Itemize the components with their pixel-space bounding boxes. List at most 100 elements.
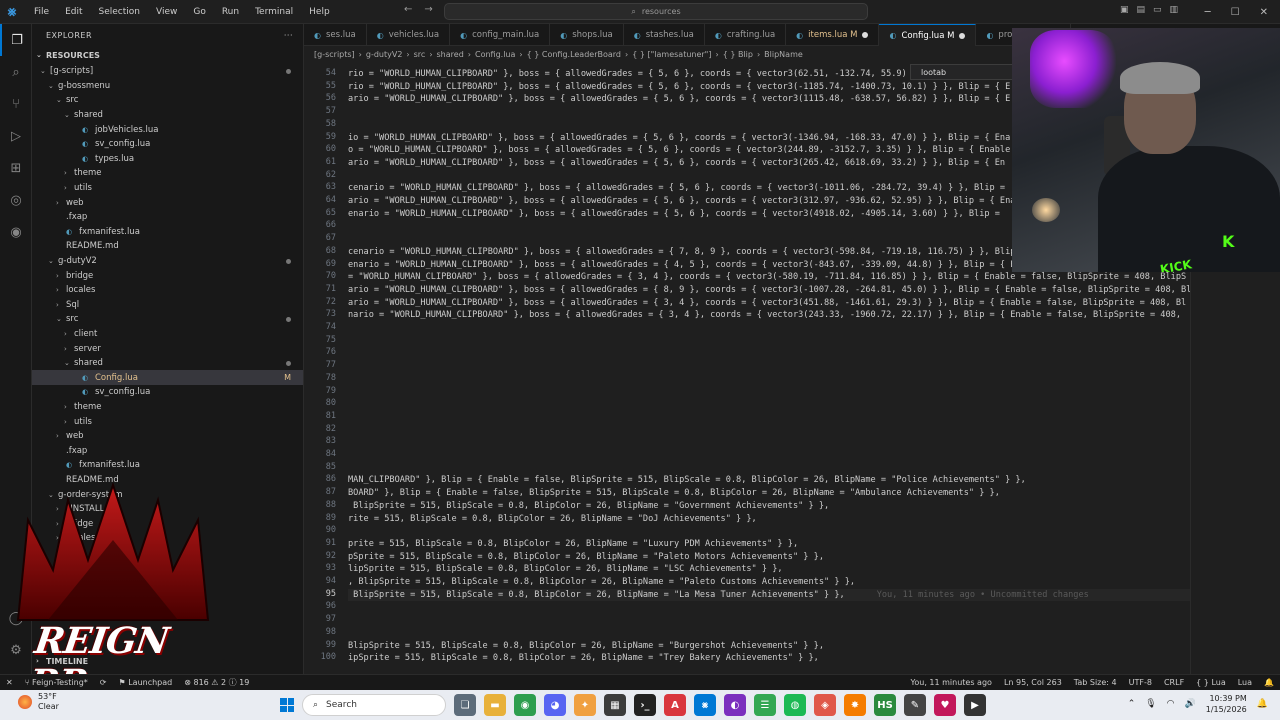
menu-view[interactable]: View [148,0,185,24]
code-line[interactable]: o = "WORLD_HUMAN_CLIPBOARD" }, boss = { … [348,144,1010,157]
folder-item[interactable]: › theme [32,400,303,415]
folder-item[interactable]: › Sql [32,298,303,313]
editor-tab[interactable]: ◐ ses.lua [304,24,367,46]
folder-item[interactable]: › locales [32,283,303,298]
folder-item[interactable]: › theme [32,166,303,181]
microphone-icon[interactable]: 🎙 [1145,699,1156,709]
editor-tab[interactable]: ◐ config_main.lua [450,24,551,46]
extensions-icon[interactable]: ⊞ [0,152,32,184]
code-line[interactable]: BlipSprite = 515, BlipScale = 0.8, BlipC… [348,500,829,513]
code-line[interactable]: rio = "WORLD_HUMAN_CLIPBOARD" }, boss = … [348,81,1010,94]
discord-icon[interactable]: ◕ [544,694,566,716]
breadcrumb-item[interactable]: shared [437,50,464,59]
folder-item[interactable]: › _INSTALL [32,502,303,517]
code-line[interactable]: io = "WORLD_HUMAN_CLIPBOARD" }, boss = {… [348,132,1010,145]
code-line[interactable]: , BlipSprite = 515, BlipScale = 0.8, Bli… [348,576,855,589]
file-explorer-icon[interactable]: ▬ [484,694,506,716]
more-actions-icon[interactable]: ··· [284,31,293,40]
folder-item[interactable]: README.md [32,473,303,488]
github-icon[interactable]: ◉ [0,216,32,248]
app-icon[interactable]: ▦ [604,694,626,716]
notifications-bell-icon[interactable]: 🔔 [1258,678,1280,687]
obs-icon[interactable]: ◐ [724,694,746,716]
find-input[interactable]: lootab [921,68,946,77]
file-item[interactable]: ◐ jobVehicles.lua [32,122,303,137]
code-line[interactable]: ario = "WORLD_HUMAN_CLIPBOARD" }, boss =… [348,157,1005,170]
code-line[interactable]: ario = "WORLD_HUMAN_CLIPBOARD" }, boss =… [348,297,1186,310]
close-icon[interactable]: ✕ [1260,7,1268,18]
source-control-icon[interactable]: ⑂ [0,88,32,120]
app-icon[interactable]: ✸ [844,694,866,716]
folder-item[interactable]: README.md [32,239,303,254]
breadcrumb-item[interactable]: src [414,50,426,59]
folder-item[interactable]: › server [32,575,303,590]
app-icon[interactable]: ✎ [904,694,926,716]
file-item[interactable]: ◐ Config.lua M [32,370,303,386]
clock[interactable]: 10:39 PM 1/15/2026 [1206,693,1247,715]
folder-item[interactable]: ⌄ src [32,93,303,108]
code-line[interactable]: ario = "WORLD_HUMAN_CLIPBOARD" }, boss =… [348,284,1190,297]
editor-tab[interactable]: ◐ crafting.lua [705,24,787,46]
folder-item[interactable]: › client [32,327,303,342]
unsaved-dot-icon[interactable] [862,32,869,38]
adobe-icon[interactable]: A [664,694,686,716]
run-debug-icon[interactable]: ▷ [0,120,32,152]
problems-indicator[interactable]: ⊗ 816 ⚠ 2 ⓘ 19 [178,677,255,688]
menu-go[interactable]: Go [185,0,213,24]
code-line[interactable]: enario = "WORLD_HUMAN_CLIPBOARD" }, boss… [348,208,1000,221]
timeline-section[interactable]: › TIMELINE [32,652,88,670]
account-icon[interactable]: ◯ [0,602,32,634]
app-icon[interactable]: HS [874,694,896,716]
editor-tab[interactable]: ◐ items.lua M [786,24,880,46]
folder-item[interactable]: › utils [32,414,303,429]
tab-size[interactable]: Tab Size: 4 [1068,678,1123,687]
code-line[interactable]: = "WORLD_HUMAN_CLIPBOARD" }, boss = { al… [348,271,1186,284]
code-line[interactable]: rite = 515, BlipScale = 0.8, BlipColor =… [348,513,757,526]
app-icon[interactable]: ▶ [964,694,986,716]
file-item[interactable]: ◐ types.lua [32,152,303,167]
toggle-panel-icon[interactable]: ▭ [1153,5,1162,15]
folder-item[interactable]: › web [32,195,303,210]
tray-chevron-icon[interactable]: ⌃ [1128,699,1136,709]
code-line[interactable]: prite = 515, BlipScale = 0.8, BlipColor … [348,538,798,551]
spotify-icon[interactable]: ◍ [784,694,806,716]
editor-tab[interactable]: ◐ Config.lua M [879,24,977,46]
breadcrumb-item[interactable]: { } Blip [723,50,753,59]
breadcrumb-item[interactable]: Config.lua [475,50,515,59]
folder-item[interactable]: ⌄ src [32,312,303,327]
back-arrow-icon[interactable]: ← [404,4,412,15]
code-line[interactable]: cenario = "WORLD_HUMAN_CLIPBOARD" }, bos… [348,182,1005,195]
code-line[interactable]: ario = "WORLD_HUMAN_CLIPBOARD" }, boss =… [348,195,1021,208]
folder-item[interactable]: ⌄ g-order-system [32,487,303,502]
taskbar-search[interactable]: ⌕ Search [302,694,446,716]
file-item[interactable]: ◐ sv_config.lua [32,137,303,152]
menu-terminal[interactable]: Terminal [247,0,301,24]
code-line[interactable]: cenario = "WORLD_HUMAN_CLIPBOARD" }, bos… [348,246,1026,259]
maximize-icon[interactable]: ☐ [1231,7,1240,18]
code-line[interactable]: ario = "WORLD_HUMAN_CLIPBOARD" }, boss =… [348,93,1010,106]
folder-item[interactable]: › bridge [32,516,303,531]
code-line[interactable]: pSprite = 515, BlipScale = 0.8, BlipColo… [348,551,824,564]
language-mode[interactable]: { } Lua [1190,678,1232,687]
minimize-icon[interactable]: ─ [1205,7,1211,18]
unsaved-dot-icon[interactable] [959,32,966,39]
menu-file[interactable]: File [26,0,57,24]
volume-icon[interactable]: 🔊 [1185,699,1196,709]
folder-item[interactable]: ⌄ g-dutyV2 [32,254,303,269]
breadcrumb-item[interactable]: [g-scripts] [314,50,355,59]
app-icon[interactable]: ◈ [814,694,836,716]
breadcrumb-item[interactable]: g-dutyV2 [366,50,403,59]
task-view-icon[interactable]: ❏ [454,694,476,716]
folder-item[interactable]: › locales [32,531,303,546]
explorer-icon[interactable]: ❐ [0,24,32,56]
breadcrumb-item[interactable]: { } ["lamesatuner"] [632,50,711,59]
editor-tab[interactable]: ◐ vehicles.lua [367,24,451,46]
code-line[interactable]: ipSprite = 515, BlipScale = 0.8, BlipCol… [348,652,819,665]
settings-gear-icon[interactable]: ⚙ [0,634,32,666]
breadcrumb-item[interactable]: BlipName [764,50,803,59]
chrome-icon[interactable]: ◉ [514,694,536,716]
breadcrumb-item[interactable]: { } Config.LeaderBoard [527,50,621,59]
file-item[interactable]: ◐ sv_config.lua [32,385,303,400]
folder-item[interactable]: ⌄ shared [32,356,303,371]
language-status[interactable]: Lua [1232,678,1258,687]
